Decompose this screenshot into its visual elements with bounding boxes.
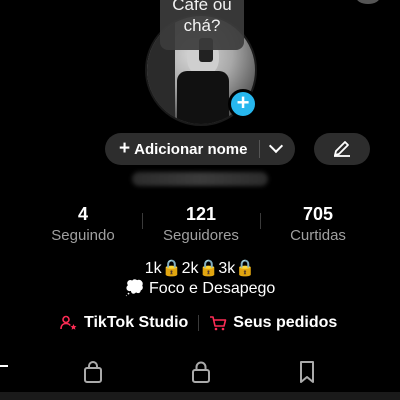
bookmark-icon (300, 361, 314, 383)
chevron-down-icon[interactable] (268, 138, 284, 154)
top-right-icon[interactable] (356, 0, 380, 4)
tiktok-studio-label: TikTok Studio (84, 314, 189, 331)
plus-icon: + (236, 90, 250, 115)
shopping-bag-icon (84, 361, 102, 383)
bio-line-1: 1k🔒2k🔒3k🔒 (144, 260, 256, 277)
add-name-button[interactable]: + Adicionar nome (105, 133, 295, 165)
tiktok-studio-link[interactable]: TikTok Studio (60, 314, 188, 332)
stat-divider (260, 213, 261, 229)
stat-followers[interactable]: 121 Seguidores (151, 204, 251, 244)
likes-count: 705 (302, 204, 334, 224)
likes-label: Curtidas (290, 227, 346, 244)
following-count: 4 (77, 204, 88, 224)
orders-label: Seus pedidos (233, 314, 338, 331)
bio-line-2: 💭 Foco e Desapego (124, 280, 276, 297)
tab-shop[interactable] (80, 359, 106, 385)
divider (259, 140, 260, 158)
profile-links: TikTok Studio Seus pedidos (60, 314, 350, 332)
content-tabs (0, 355, 400, 389)
stat-following[interactable]: 4 Seguindo (33, 204, 133, 244)
tab-saved[interactable] (294, 359, 320, 385)
followers-count: 121 (185, 204, 217, 224)
pencil-icon (334, 141, 350, 157)
divider (198, 315, 200, 331)
stat-divider (142, 213, 143, 229)
cart-icon (210, 316, 227, 331)
tab-private[interactable] (188, 359, 214, 385)
following-label: Seguindo (51, 227, 115, 244)
status-bubble[interactable]: Café ou chá? (160, 0, 244, 50)
stat-likes[interactable]: 705 Curtidas (268, 204, 368, 244)
orders-link[interactable]: Seus pedidos (209, 314, 337, 332)
plus-icon: + (119, 138, 131, 159)
add-name-label: + Adicionar nome (119, 138, 248, 159)
add-avatar-button[interactable]: + (228, 89, 258, 119)
username (132, 172, 268, 186)
content-grid-preview (0, 392, 400, 400)
lock-icon (192, 361, 210, 383)
user-star-icon (60, 315, 77, 330)
edit-profile-button[interactable] (314, 133, 370, 165)
followers-label: Seguidores (163, 227, 239, 244)
